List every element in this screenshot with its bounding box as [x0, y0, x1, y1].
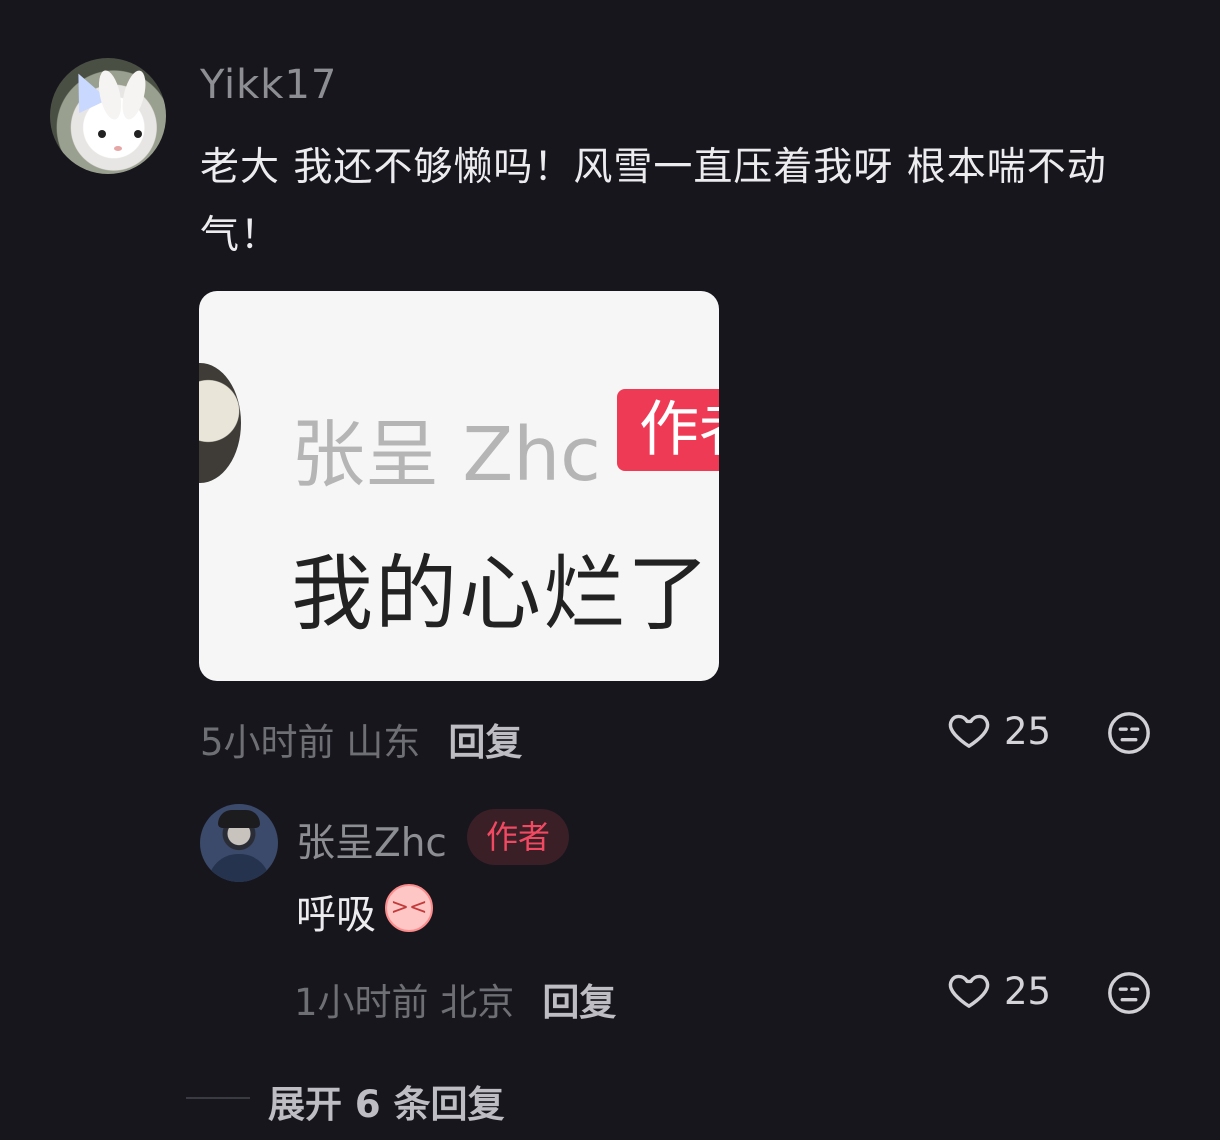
- divider: [186, 1097, 250, 1099]
- image-text: 我的心烂了: [291, 547, 712, 642]
- image-author-badge: 作者: [617, 389, 719, 471]
- like-count: 25: [1004, 969, 1052, 1013]
- reply-dislike-button[interactable]: [1106, 970, 1152, 1016]
- rabbit-ear: [118, 68, 150, 122]
- dislike-button[interactable]: [1106, 710, 1152, 756]
- expand-replies-button[interactable]: 展开 6 条回复: [268, 1074, 505, 1128]
- comment-text: 老大 我还不够懒吗！风雪一直压着我呀 根本喘不动气！: [200, 145, 1107, 258]
- like-button[interactable]: 25: [946, 708, 1051, 754]
- avatar-shirt: [208, 854, 270, 882]
- image-avatar: [199, 363, 241, 483]
- comment-time-location: 5小时前 山东: [200, 721, 421, 764]
- image-username: 张呈 Zhc: [291, 412, 601, 498]
- avatar-hair: [218, 810, 260, 828]
- rabbit-ear: [95, 68, 125, 122]
- rabbit-eye: [134, 130, 142, 138]
- unamused-face-icon[interactable]: [1106, 970, 1152, 1016]
- comment-image[interactable]: 张呈 Zhc 作者 我的心烂了: [199, 291, 719, 681]
- like-count: 25: [1004, 709, 1052, 753]
- comment-username[interactable]: Yikk17: [200, 62, 337, 108]
- reply-username[interactable]: 张呈Zhc: [296, 812, 447, 868]
- reply-button[interactable]: 回复: [448, 721, 522, 764]
- unamused-face-icon[interactable]: [1106, 710, 1152, 756]
- comment-meta: 5小时前 山东 回复: [200, 712, 522, 766]
- reply-text: 呼吸: [296, 892, 376, 938]
- rabbit-nose: [114, 146, 122, 151]
- heart-icon[interactable]: [946, 708, 992, 754]
- rabbit-eye: [98, 130, 106, 138]
- reply-like-button[interactable]: 25: [946, 968, 1051, 1014]
- reply-button[interactable]: 回复: [542, 981, 616, 1024]
- author-badge: 作者: [467, 809, 569, 865]
- gasping-face-icon: ><: [385, 884, 433, 932]
- user-avatar[interactable]: [50, 58, 166, 174]
- reply-meta: 1小时前 北京 回复: [294, 972, 616, 1026]
- heart-icon[interactable]: [946, 968, 992, 1014]
- reply-time-location: 1小时前 北京: [294, 981, 515, 1024]
- reply-avatar[interactable]: [200, 804, 278, 882]
